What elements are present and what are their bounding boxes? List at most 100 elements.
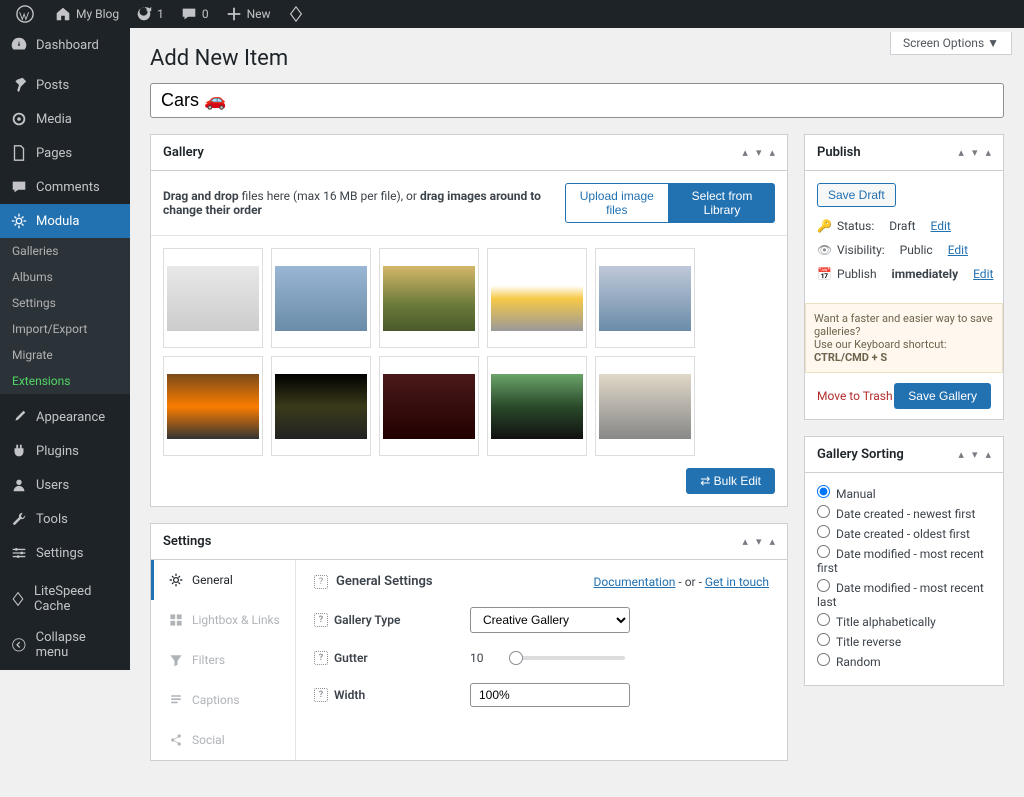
sidebar-item-modula[interactable]: Modula — [0, 204, 130, 238]
toggle-icon[interactable]: ▴ — [769, 535, 775, 548]
sidebar-item-comments[interactable]: Comments — [0, 170, 130, 204]
sort-option[interactable]: Date created - oldest first — [817, 525, 991, 541]
move-up-icon[interactable]: ▴ — [742, 146, 748, 159]
gallery-thumb[interactable] — [487, 356, 587, 456]
toggle-icon[interactable]: ▴ — [985, 448, 991, 461]
screen-options-label: Screen Options — [903, 36, 984, 50]
sidebar-label: Plugins — [36, 444, 79, 459]
sub-item-import-export[interactable]: Import/Export — [0, 316, 130, 342]
gallery-thumb[interactable] — [163, 356, 263, 456]
gallery-thumb[interactable] — [379, 356, 479, 456]
save-draft-button[interactable]: Save Draft — [817, 183, 896, 207]
sort-option[interactable]: Random — [817, 653, 991, 669]
sort-radio[interactable] — [817, 579, 830, 592]
upload-files-button[interactable]: Upload image files — [565, 183, 669, 223]
tab-captions[interactable]: Captions — [151, 680, 295, 720]
tab-filters[interactable]: Filters — [151, 640, 295, 680]
sort-option[interactable]: Title reverse — [817, 633, 991, 649]
sub-item-extensions[interactable]: Extensions — [0, 368, 130, 394]
tab-general[interactable]: General — [151, 560, 295, 600]
field-label: Gutter — [334, 651, 368, 665]
sort-radio[interactable] — [817, 613, 830, 626]
updates[interactable]: 1 — [127, 0, 172, 28]
gallery-thumb[interactable] — [271, 248, 371, 348]
move-up-icon[interactable]: ▴ — [958, 146, 964, 159]
gallery-thumb[interactable] — [595, 248, 695, 348]
tab-label: Captions — [192, 693, 240, 707]
sub-item-galleries[interactable]: Galleries — [0, 238, 130, 264]
help-icon[interactable]: ? — [314, 688, 328, 702]
field-label: Width — [334, 688, 365, 702]
sidebar-item-users[interactable]: Users — [0, 468, 130, 502]
slider-handle[interactable] — [509, 651, 523, 665]
move-down-icon[interactable]: ▾ — [972, 448, 978, 461]
publish-heading: Publish — [817, 145, 861, 160]
sort-option[interactable]: Date modified - most recent last — [817, 579, 991, 609]
dnd-instruction: Drag and drop files here (max 16 MB per … — [163, 189, 565, 217]
width-input[interactable] — [470, 683, 630, 707]
sidebar-item-collapse[interactable]: Collapse menu — [0, 622, 130, 668]
gallery-thumb[interactable] — [379, 248, 479, 348]
help-icon[interactable]: ? — [314, 613, 328, 627]
edit-schedule-link[interactable]: Edit — [973, 267, 993, 281]
sub-item-migrate[interactable]: Migrate — [0, 342, 130, 368]
edit-status-link[interactable]: Edit — [931, 219, 951, 233]
filter-icon — [168, 652, 184, 668]
tab-lightbox[interactable]: Lightbox & Links — [151, 600, 295, 640]
sidebar-item-dashboard[interactable]: Dashboard — [0, 28, 130, 62]
save-gallery-button[interactable]: Save Gallery — [894, 383, 991, 409]
sidebar-item-pages[interactable]: Pages — [0, 136, 130, 170]
sidebar-item-plugins[interactable]: Plugins — [0, 434, 130, 468]
sort-radio[interactable] — [817, 545, 830, 558]
settings-tabs-list: General Lightbox & Links Filters Caption… — [151, 560, 296, 760]
sort-radio[interactable] — [817, 525, 830, 538]
comment-icon — [180, 5, 198, 23]
toggle-icon[interactable]: ▴ — [769, 146, 775, 159]
sidebar-item-media[interactable]: Media — [0, 102, 130, 136]
sort-option[interactable]: Date modified - most recent first — [817, 545, 991, 575]
sort-radio[interactable] — [817, 653, 830, 666]
sort-option[interactable]: Title alphabetically — [817, 613, 991, 629]
sidebar-label: Users — [36, 478, 69, 493]
sidebar-item-posts[interactable]: Posts — [0, 68, 130, 102]
sidebar-item-appearance[interactable]: Appearance — [0, 400, 130, 434]
sort-option[interactable]: Date created - newest first — [817, 505, 991, 521]
move-to-trash-link[interactable]: Move to Trash — [817, 389, 893, 403]
edit-visibility-link[interactable]: Edit — [948, 243, 968, 257]
sidebar-item-tools[interactable]: Tools — [0, 502, 130, 536]
sub-item-settings[interactable]: Settings — [0, 290, 130, 316]
screen-options-tab[interactable]: Screen Options ▼ — [890, 32, 1012, 55]
post-title-input[interactable] — [150, 83, 1004, 118]
help-icon[interactable]: ? — [314, 575, 328, 589]
move-down-icon[interactable]: ▾ — [756, 535, 762, 548]
sort-radio[interactable] — [817, 633, 830, 646]
move-down-icon[interactable]: ▾ — [972, 146, 978, 159]
gallery-type-select[interactable]: Creative Gallery — [470, 607, 630, 633]
sidebar-item-settings[interactable]: Settings — [0, 536, 130, 570]
documentation-link[interactable]: Documentation — [594, 575, 676, 589]
contact-link[interactable]: Get in touch — [705, 575, 769, 589]
sub-item-albums[interactable]: Albums — [0, 264, 130, 290]
gallery-thumb[interactable] — [487, 248, 587, 348]
comments[interactable]: 0 — [172, 0, 217, 28]
tab-social[interactable]: Social — [151, 720, 295, 760]
gallery-thumb[interactable] — [163, 248, 263, 348]
gutter-slider[interactable] — [510, 656, 625, 660]
gallery-thumb[interactable] — [271, 356, 371, 456]
move-up-icon[interactable]: ▴ — [742, 535, 748, 548]
help-icon[interactable]: ? — [314, 651, 328, 665]
new-content[interactable]: New — [217, 0, 279, 28]
select-library-button[interactable]: Select from Library — [669, 183, 775, 223]
site-name[interactable]: My Blog — [46, 0, 127, 28]
wp-logo[interactable] — [8, 0, 46, 28]
move-down-icon[interactable]: ▾ — [756, 146, 762, 159]
bulk-edit-button[interactable]: ⇄ Bulk Edit — [686, 468, 775, 494]
gallery-thumb[interactable] — [595, 356, 695, 456]
sidebar-item-litespeed[interactable]: LiteSpeed Cache — [0, 576, 130, 622]
toggle-icon[interactable]: ▴ — [985, 146, 991, 159]
litespeed-toolbar[interactable] — [279, 0, 317, 28]
sort-radio[interactable] — [817, 505, 830, 518]
sort-radio[interactable] — [817, 485, 830, 498]
move-up-icon[interactable]: ▴ — [958, 448, 964, 461]
sort-option[interactable]: Manual — [817, 485, 991, 501]
